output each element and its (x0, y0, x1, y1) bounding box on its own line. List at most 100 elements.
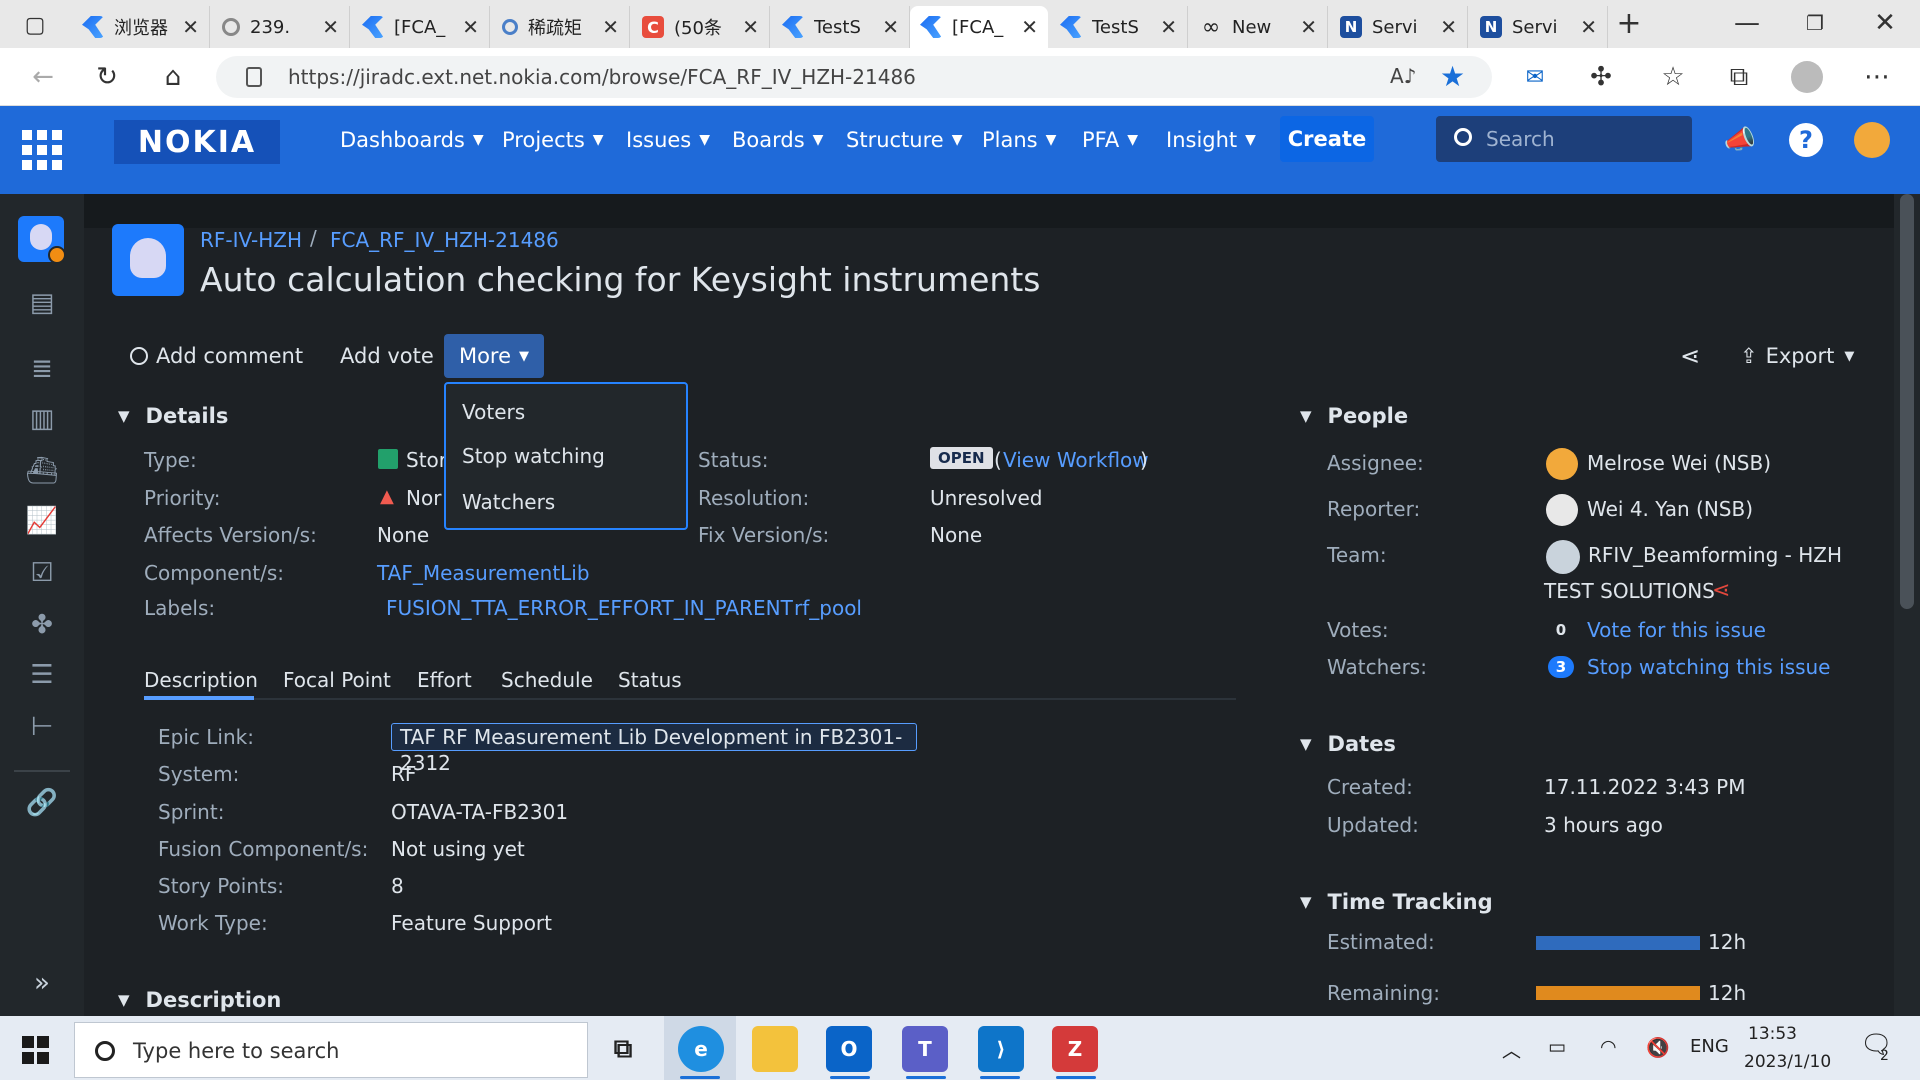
megaphone-icon[interactable]: 📣 (1720, 120, 1760, 160)
browser-tab[interactable]: N Servi ✕ (1470, 6, 1608, 48)
label-link[interactable]: FUSION_TTA_ERROR_EFFORT_IN_PARENT (386, 596, 793, 620)
view-workflow-link[interactable]: View Workflow (1003, 448, 1149, 472)
taskbar-search-input[interactable]: Type here to search (74, 1022, 588, 1078)
browser-tab[interactable]: 稀疏矩 ✕ (492, 6, 630, 48)
refresh-icon[interactable]: ↻ (90, 60, 124, 94)
time-tracking-section-header[interactable]: ▼ Time Tracking (1300, 890, 1493, 914)
new-tab-button[interactable]: + (1612, 6, 1646, 41)
page-scrollbar[interactable] (1894, 194, 1920, 1016)
nokia-logo[interactable]: NOKIA (114, 120, 280, 164)
close-icon[interactable]: ✕ (182, 15, 199, 39)
menu-item-watchers[interactable]: Watchers (462, 490, 555, 514)
tree-icon[interactable]: ⊢ (26, 712, 58, 742)
reporter-name[interactable]: Wei 4. Yan (NSB) (1587, 497, 1753, 521)
vscode-icon[interactable]: ⟩ (978, 1026, 1024, 1072)
extensions-icon[interactable]: ✣ (1584, 60, 1618, 94)
stack-icon[interactable]: ≣ (26, 354, 58, 384)
search-input[interactable]: Search (1436, 116, 1692, 162)
add-vote-button[interactable]: Add vote (340, 344, 434, 368)
outlook-icon[interactable]: O (826, 1026, 872, 1072)
add-comment-button[interactable]: Add comment (130, 344, 303, 368)
url-field[interactable]: https://jiradc.ext.net.nokia.com/browse/… (216, 56, 1492, 98)
tray-chevron-icon[interactable]: ︿ (1502, 1036, 1521, 1063)
close-icon[interactable]: ✕ (742, 15, 759, 39)
more-button[interactable]: More ▼ (444, 334, 544, 378)
browser-tab-active[interactable]: [FCA_ ✕ (910, 6, 1048, 48)
stop-watching-link[interactable]: Stop watching this issue (1587, 655, 1830, 679)
share-icon[interactable]: ⋖ (1680, 342, 1700, 370)
menu-projects[interactable]: Projects ▼ (502, 128, 604, 152)
browser-tab[interactable]: 239. ✕ (212, 6, 350, 48)
browser-tab[interactable]: ∞ New ✕ (1190, 6, 1328, 48)
browser-tab[interactable]: TestS ✕ (1050, 6, 1188, 48)
browser-tab[interactable]: 浏览器 ✕ (72, 6, 210, 48)
menu-item-voters[interactable]: Voters (462, 400, 525, 424)
share-icon[interactable]: ⋖ (1712, 578, 1730, 603)
details-section-header[interactable]: ▼ Details (118, 404, 228, 428)
favorites-icon[interactable]: ☆ (1656, 60, 1690, 94)
backlog-icon[interactable]: ▤ (26, 288, 58, 318)
clock-time[interactable]: 13:53 (1748, 1024, 1797, 1044)
breadcrumb-project[interactable]: RF-IV-HZH (200, 228, 302, 252)
minimize-icon[interactable]: — (1730, 6, 1764, 40)
browser-tab[interactable]: N Servi ✕ (1330, 6, 1468, 48)
epic-link-value[interactable]: TAF RF Measurement Lib Development in FB… (391, 723, 917, 775)
menu-item-stop-watching[interactable]: Stop watching (462, 444, 605, 468)
close-icon[interactable]: ✕ (1160, 15, 1177, 39)
help-icon[interactable]: ? (1786, 120, 1826, 160)
outlook-icon[interactable]: ✉ (1518, 60, 1552, 94)
project-avatar[interactable] (112, 224, 184, 296)
profile-icon[interactable] (1790, 60, 1824, 94)
tab-effort[interactable]: Effort (417, 668, 472, 692)
tests-icon[interactable]: ☑ (26, 558, 58, 588)
breadcrumb-issue-key[interactable]: FCA_RF_IV_HZH-21486 (330, 228, 559, 252)
close-window-icon[interactable]: ✕ (1868, 6, 1902, 40)
issue-title[interactable]: Auto calculation checking for Keysight i… (200, 260, 1040, 299)
expand-sidebar-icon[interactable]: » (26, 968, 58, 998)
menu-plans[interactable]: Plans ▼ (982, 128, 1056, 152)
home-icon[interactable]: ⌂ (156, 60, 190, 94)
tab-actions-icon[interactable]: ▢ (18, 8, 52, 42)
user-avatar[interactable] (1852, 120, 1892, 160)
description-section-header[interactable]: ▼ Description (118, 988, 281, 1012)
tab-schedule[interactable]: Schedule (501, 668, 593, 692)
clock-date[interactable]: 2023/1/10 (1744, 1052, 1831, 1072)
tab-status[interactable]: Status (618, 668, 682, 692)
restore-icon[interactable]: ❐ (1798, 6, 1832, 40)
tab-description[interactable]: Description (144, 668, 258, 692)
releases-icon[interactable]: ⛴ (26, 456, 59, 486)
browser-tab[interactable]: [FCA_ ✕ (352, 6, 490, 48)
collections-icon[interactable]: ⧉ (1722, 60, 1756, 94)
link-icon[interactable]: 🔗 (26, 788, 58, 818)
people-section-header[interactable]: ▼ People (1300, 404, 1408, 428)
windows-start-icon[interactable] (22, 1036, 50, 1064)
components-icon[interactable]: ✤ (26, 610, 58, 640)
read-aloud-icon[interactable]: A♪ (1390, 64, 1416, 88)
menu-structure[interactable]: Structure ▼ (846, 128, 962, 152)
close-icon[interactable]: ✕ (1300, 15, 1317, 39)
scrollbar-thumb[interactable] (1900, 194, 1914, 609)
project-avatar-icon[interactable] (18, 216, 66, 264)
close-icon[interactable]: ✕ (462, 15, 479, 39)
app-switcher-icon[interactable] (22, 130, 62, 170)
team-name-line2[interactable]: TEST SOLUTIONS (1544, 579, 1715, 603)
menu-insight[interactable]: Insight ▼ (1166, 128, 1256, 152)
close-icon[interactable]: ✕ (1021, 15, 1038, 39)
assignee-name[interactable]: Melrose Wei (NSB) (1587, 451, 1771, 475)
zotero-icon[interactable]: Z (1052, 1026, 1098, 1072)
close-icon[interactable]: ✕ (322, 15, 339, 39)
create-button[interactable]: Create (1280, 116, 1374, 162)
teams-icon[interactable]: T (902, 1026, 948, 1072)
browser-tab[interactable]: TestS ✕ (772, 6, 910, 48)
tab-focal-point[interactable]: Focal Point (283, 668, 391, 692)
wifi-icon[interactable]: ◠ (1600, 1036, 1617, 1058)
dates-section-header[interactable]: ▼ Dates (1300, 732, 1396, 756)
menu-pfa[interactable]: PFA ▼ (1082, 128, 1138, 152)
reports-icon[interactable]: 📈 (26, 506, 58, 536)
close-icon[interactable]: ✕ (1580, 15, 1597, 39)
language-indicator[interactable]: ENG (1690, 1036, 1729, 1057)
menu-issues[interactable]: Issues ▼ (626, 128, 710, 152)
close-icon[interactable]: ✕ (1440, 15, 1457, 39)
back-icon[interactable]: ← (26, 60, 60, 94)
label-link[interactable]: rf_pool (794, 596, 862, 620)
